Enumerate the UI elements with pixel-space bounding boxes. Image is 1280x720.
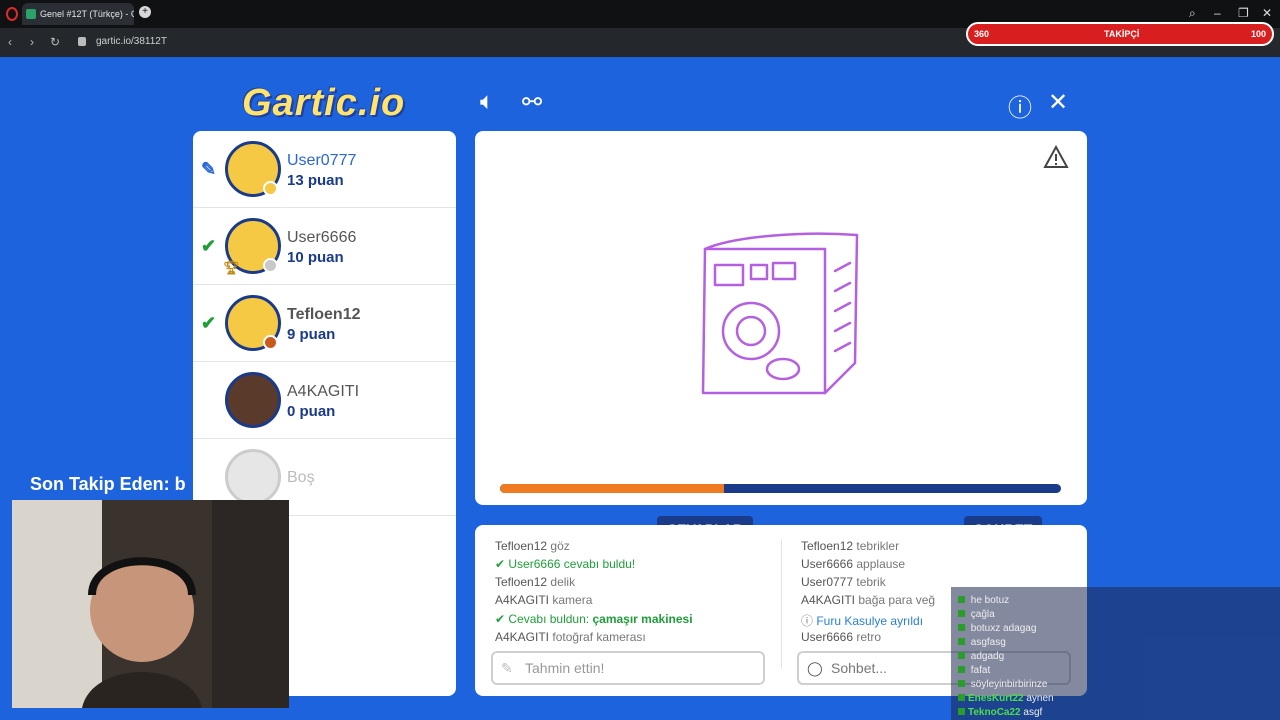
opera-logo-icon[interactable]: [6, 7, 18, 21]
tab-title: Genel #12T (Türkçe) - Gar: [40, 9, 134, 19]
answer-message: ✔ User6666 cevabı buldu!: [495, 557, 636, 571]
twitch-chat-message: botuxz adagag: [958, 623, 1036, 634]
pencil-icon: ✎: [201, 159, 217, 179]
follower-goal-current: 360: [974, 29, 990, 39]
forward-icon[interactable]: ›: [30, 35, 34, 49]
twitch-chat-message: he botuz: [958, 595, 1009, 606]
answer-message: ✔ Cevabı buldun: çamaşır makinesi: [495, 612, 693, 626]
address-bar[interactable]: gartic.io/38112T: [96, 36, 167, 47]
chat-message: ⓘ Furu Kasulye ayrıldı: [801, 614, 924, 628]
twitch-chat-message: adgadg: [958, 651, 1004, 662]
close-window-icon[interactable]: ✕: [1262, 6, 1272, 20]
twitch-chat-message: EnesKurt22 aynen: [958, 693, 1054, 704]
player-name: Tefloen12: [287, 306, 361, 323]
trophy-icon: 🏆︎: [223, 260, 240, 275]
pencil-icon: ✎: [501, 660, 513, 676]
avatar: [225, 372, 281, 428]
answer-message: Tefloen12 delik: [495, 575, 576, 589]
panel-divider: [781, 539, 782, 669]
last-follower-label: Son Takip Eden: b: [30, 474, 186, 494]
twitch-chat-message: çağla: [958, 609, 995, 620]
player-name: Boş: [287, 469, 315, 486]
new-tab-icon[interactable]: +: [139, 6, 151, 18]
chat-message: A4KAGITI bağa para veğ: [801, 593, 936, 607]
player-row: ✎ User0777 13 puan: [193, 131, 456, 208]
maximize-icon[interactable]: ❐: [1238, 6, 1249, 20]
reload-icon[interactable]: ↻: [50, 35, 60, 49]
player-score: 9 puan: [287, 326, 336, 343]
round-timer-bar: [500, 484, 1061, 493]
answer-message: Tefloen12 göz: [495, 539, 570, 553]
webcam-feed: [12, 500, 289, 708]
player-score: 10 puan: [287, 249, 344, 266]
round-timer-fill: [500, 484, 725, 493]
chat-message: Tefloen12 tebrikler: [801, 539, 900, 553]
avatar: [225, 449, 281, 505]
answer-message: A4KAGITI fotoğraf kamerası: [495, 630, 646, 644]
player-name: User6666: [287, 229, 357, 246]
lock-icon: [78, 37, 86, 46]
search-icon[interactable]: ⌕: [1189, 6, 1196, 21]
browser-tab[interactable]: Genel #12T (Türkçe) - Gar: [22, 3, 134, 25]
webcam-image: [12, 500, 289, 708]
chat-bubble-icon: ◯: [807, 660, 823, 676]
chat-message: User0777 tebrik: [801, 575, 886, 589]
status-dot: [263, 258, 278, 273]
check-icon: ✔: [201, 236, 217, 256]
player-name: User0777: [287, 152, 357, 169]
close-game-icon[interactable]: ✕: [1048, 88, 1068, 117]
minimize-icon[interactable]: –: [1214, 6, 1221, 20]
sound-icon[interactable]: 🔈︎: [480, 88, 494, 116]
player-score: 0 puan: [287, 403, 336, 420]
player-name: A4KAGITI: [287, 383, 360, 400]
check-icon: ✔: [201, 313, 217, 333]
status-dot: [263, 181, 278, 196]
gartic-logo[interactable]: Gartic.io: [242, 82, 405, 125]
answer-message: A4KAGITI kamera: [495, 593, 593, 607]
twitch-chat-message: asgfasg: [958, 637, 1006, 648]
twitch-chat-message: fafat: [958, 665, 990, 676]
drawing: [701, 232, 859, 395]
back-icon[interactable]: ‹: [8, 35, 12, 49]
follower-goal-label: TAKİPÇİ: [1104, 29, 1140, 39]
follower-goal-target: 100: [1250, 29, 1266, 39]
player-row: ✔ 🏆︎ User6666 10 puan: [193, 208, 456, 285]
drawing-canvas[interactable]: [475, 131, 1087, 505]
status-dot: [263, 335, 278, 350]
twitch-chat-message: söyleyinbirbirinze: [958, 679, 1047, 690]
guess-input[interactable]: ✎ Tahmin ettin!: [491, 651, 765, 685]
favicon-icon: [26, 9, 36, 19]
player-row: A4KAGITI 0 puan: [193, 362, 456, 439]
info-icon[interactable]: ⓘ: [1008, 88, 1032, 123]
follower-goal-bar: 360 TAKİPÇİ 100: [966, 22, 1274, 46]
twitch-chat-overlay: he botuz çağla botuxz adagag asgfasg adg…: [951, 587, 1280, 720]
player-score: 13 puan: [287, 172, 344, 189]
twitch-chat-message: TeknoCa22 asgf: [958, 707, 1042, 718]
chat-message: User6666 applause: [801, 557, 906, 571]
chat-message: User6666 retro: [801, 630, 882, 644]
share-icon[interactable]: ⚯: [522, 88, 542, 117]
player-row: ✔ Tefloen12 9 puan: [193, 285, 456, 362]
